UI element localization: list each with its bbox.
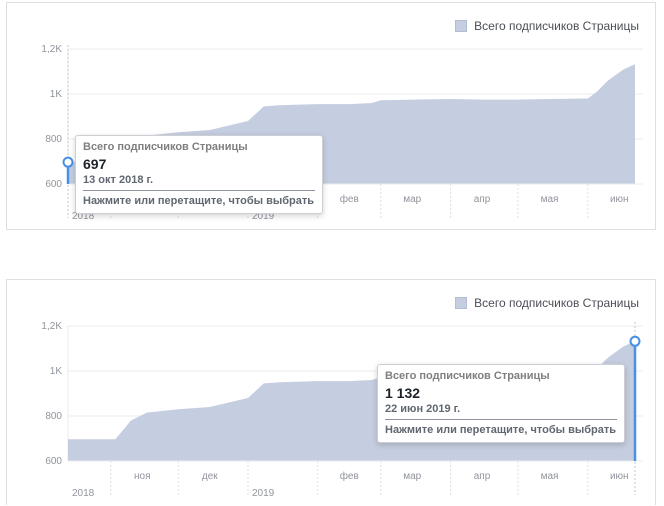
x-tick-label: мар — [403, 194, 421, 205]
y-tick-label: 800 — [45, 134, 62, 145]
legend-label: Всего подписчиков Страницы — [474, 296, 639, 310]
tooltip-title: Всего подписчиков Страницы — [385, 370, 550, 382]
followers-chart-panel: 6008001K1,2Kноядекфевмарапрмаяиюн2018201… — [6, 2, 656, 230]
x-tick-label: мар — [403, 471, 421, 482]
x-tick-label: дек — [202, 471, 218, 482]
y-tick-label: 600 — [45, 456, 62, 467]
tooltip-date: 13 окт 2018 г. — [83, 174, 315, 191]
y-tick-label: 600 — [45, 179, 62, 190]
x-tick-label: июн — [610, 194, 629, 205]
data-tooltip: Всего подписчиков Страницы 1 132 22 июн … — [377, 364, 625, 443]
followers-chart-panel: 600 800 1K 1,2K ноя дек фев мар апр мая июн 2018 201… — [6, 279, 656, 505]
x-tick-label: мая — [541, 194, 559, 205]
y-tick-label: 1,2K — [41, 321, 62, 332]
x-tick-label: апр — [474, 471, 491, 482]
tooltip-hint: Нажмите или перетащите, чтобы выбрать — [83, 195, 315, 207]
tooltip-value: 1 132 — [385, 385, 421, 401]
legend-label: Всего подписчиков Страницы — [474, 19, 639, 33]
tooltip-value: 697 — [83, 156, 107, 172]
tooltip-title: Всего подписчиков Страницы — [83, 141, 248, 153]
x-tick-label: фев — [340, 193, 359, 205]
y-tick-label: 800 — [45, 411, 62, 422]
legend-swatch-icon — [455, 297, 468, 309]
x-year-label: 2018 — [72, 488, 95, 499]
x-tick-label: апр — [474, 194, 491, 205]
chart-legend: Всего подписчиков Страницы — [455, 296, 639, 310]
chart-legend: Всего подписчиков Страницы — [455, 19, 639, 33]
x-tick-label: мая — [541, 471, 559, 482]
x-tick-label: фев — [340, 470, 359, 482]
tooltip-date: 22 июн 2019 г. — [385, 403, 617, 420]
y-tick-label: 1K — [50, 366, 63, 377]
tooltip-hint: Нажмите или перетащите, чтобы выбрать — [385, 424, 617, 436]
y-tick-label: 1K — [50, 89, 63, 100]
hover-point-marker — [629, 335, 641, 347]
data-tooltip: Всего подписчиков Страницы 697 13 окт 20… — [75, 135, 323, 214]
x-tick-label: июн — [610, 471, 629, 482]
legend-swatch-icon — [455, 20, 468, 32]
x-tick-label: ноя — [134, 471, 151, 482]
y-tick-label: 1,2K — [41, 44, 62, 55]
x-year-label: 2019 — [252, 488, 275, 499]
hover-point-marker — [62, 156, 74, 168]
